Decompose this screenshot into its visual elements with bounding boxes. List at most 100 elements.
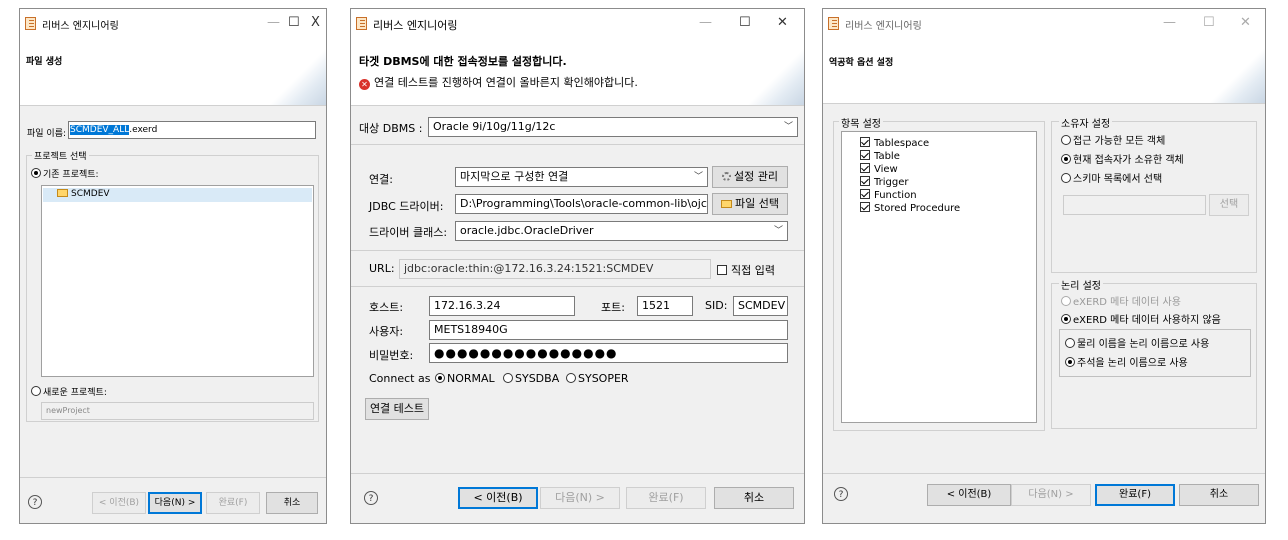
filename-input[interactable]: SCMDEV_ALL.exerd — [68, 121, 316, 139]
checkbox-checked-icon — [860, 189, 870, 199]
header-decoration — [1205, 39, 1265, 103]
jdbc-driver-input[interactable]: D:\Programming\Tools\oracle-common-lib\o… — [455, 194, 708, 214]
direct-input-checkbox[interactable]: 직접 입력 — [717, 262, 775, 278]
separator — [351, 250, 804, 251]
help-icon[interactable]: ? — [364, 491, 378, 505]
radio-selected-icon — [1061, 154, 1071, 164]
target-dbms-select[interactable]: Oracle 9i/10g/11g/12c ﹀ — [428, 117, 798, 137]
item-trigger-checkbox[interactable]: Trigger — [860, 176, 909, 188]
dialog-file-creation: 리버스 엔지니어링 — ☐ X 파일 생성 파일 이름: SCMDEV_ALL.… — [19, 8, 327, 524]
connect-as-sysdba-radio[interactable]: SYSDBA — [503, 372, 559, 385]
window-title: 리버스 엔지니어링 — [373, 19, 458, 32]
back-button[interactable]: < 이전(B) — [92, 492, 146, 514]
minimize-button[interactable]: — — [699, 15, 712, 30]
port-input[interactable]: 1521 — [637, 296, 693, 316]
connect-as-normal-radio[interactable]: NORMAL — [435, 372, 495, 385]
item-stored-procedure-checkbox[interactable]: Stored Procedure — [860, 202, 960, 214]
select-button[interactable]: 선택 — [1209, 194, 1249, 216]
help-icon[interactable]: ? — [834, 487, 848, 501]
dialog-connection-settings: 리버스 엔지니어링 — ☐ ✕ 타겟 DBMS에 대한 접속정보를 설정합니다.… — [350, 8, 805, 524]
radio-icon — [1061, 135, 1071, 145]
app-icon — [828, 17, 839, 30]
maximize-button[interactable]: ☐ — [739, 15, 751, 30]
new-project-input[interactable]: newProject — [41, 402, 314, 420]
cancel-button[interactable]: 취소 — [714, 487, 794, 509]
close-button[interactable]: ✕ — [1240, 15, 1251, 30]
sid-input[interactable]: SCMDEV — [733, 296, 788, 316]
radio-selected-icon — [31, 168, 41, 178]
checkbox-checked-icon — [860, 163, 870, 173]
owner-all-radio[interactable]: 접근 가능한 모든 객체 — [1061, 132, 1165, 147]
header-decoration — [744, 39, 804, 105]
cancel-button[interactable]: 취소 — [1179, 484, 1259, 506]
host-label: 호스트: — [369, 301, 404, 314]
project-group-label: 프로젝트 선택 — [32, 149, 89, 162]
wizard-header: 역공학 옵션 설정 — [823, 39, 1265, 104]
error-message: ✕ 연결 테스트를 진행하여 연결이 올바른지 확인해야합니다. — [359, 74, 638, 90]
item-table-checkbox[interactable]: Table — [860, 150, 900, 162]
connection-test-button[interactable]: 연결 테스트 — [365, 398, 429, 420]
file-select-button[interactable]: 파일 선택 — [712, 193, 788, 215]
finish-button[interactable]: 완료(F) — [1095, 484, 1175, 506]
new-project-radio[interactable]: 새로운 프로젝트: — [31, 385, 107, 398]
sid-label: SID: — [705, 299, 728, 312]
finish-button[interactable]: 완료(F) — [626, 487, 706, 509]
connection-select[interactable]: 마지막으로 구성한 연결 ﹀ — [455, 167, 708, 187]
minimize-button[interactable]: — — [1163, 15, 1176, 30]
items-checklist[interactable]: Tablespace Table View Trigger Function S… — [841, 131, 1037, 423]
radio-selected-icon — [435, 373, 445, 383]
page-title: 파일 생성 — [26, 57, 63, 67]
next-button[interactable]: 다음(N) > — [148, 492, 202, 514]
cancel-button[interactable]: 취소 — [266, 492, 318, 514]
finish-button[interactable]: 완료(F) — [206, 492, 260, 514]
existing-project-radio[interactable]: 기존 프로젝트: — [31, 167, 99, 180]
radio-selected-icon — [1065, 357, 1075, 367]
back-button[interactable]: < 이전(B) — [458, 487, 538, 509]
target-dbms-label: 대상 DBMS : — [359, 122, 423, 135]
user-input[interactable]: METS18940G — [429, 320, 788, 340]
url-input[interactable]: jdbc:oracle:thin:@172.16.3.24:1521:SCMDE… — [399, 259, 711, 279]
logical-use-meta-radio[interactable]: eXERD 메타 데이터 사용 — [1061, 293, 1181, 308]
next-button[interactable]: 다음(N) > — [1011, 484, 1091, 506]
title-bar: 리버스 엔지니어링 — ☐ X — [20, 9, 326, 39]
back-button[interactable]: < 이전(B) — [927, 484, 1011, 506]
item-view-checkbox[interactable]: View — [860, 163, 898, 175]
button-bar-separator — [20, 477, 326, 478]
help-icon[interactable]: ? — [28, 495, 42, 509]
wizard-header: 타겟 DBMS에 대한 접속정보를 설정합니다. ✕ 연결 테스트를 진행하여 연… — [351, 39, 804, 106]
checkbox-checked-icon — [860, 202, 870, 212]
close-button[interactable]: X — [311, 15, 320, 30]
radio-icon — [1061, 296, 1071, 306]
driver-class-select[interactable]: oracle.jdbc.OracleDriver ﹀ — [455, 221, 788, 241]
chevron-down-icon: ﹀ — [693, 172, 703, 182]
password-input[interactable]: ●●●●●●●●●●●●●●●● — [429, 343, 788, 363]
maximize-button[interactable]: ☐ — [288, 15, 300, 30]
owner-schema-radio[interactable]: 스키마 목록에서 선택 — [1061, 170, 1162, 185]
logical-group-label: 논리 설정 — [1059, 277, 1103, 292]
item-tablespace-checkbox[interactable]: Tablespace — [860, 137, 929, 149]
maximize-button[interactable]: ☐ — [1203, 15, 1215, 30]
radio-icon — [1061, 173, 1071, 183]
title-bar: 리버스 엔지니어링 — ☐ ✕ — [351, 9, 804, 39]
logical-no-meta-radio[interactable]: eXERD 메타 데이터 사용하지 않음 — [1061, 311, 1221, 326]
comment-as-logical-radio[interactable]: 주석을 논리 이름으로 사용 — [1065, 354, 1188, 369]
project-list[interactable]: SCMDEV — [41, 185, 314, 377]
filename-label: 파일 이름: — [27, 129, 67, 139]
schema-input[interactable] — [1063, 195, 1206, 215]
app-icon — [25, 17, 36, 30]
settings-manage-button[interactable]: 설정 관리 — [712, 166, 788, 188]
user-label: 사용자: — [369, 325, 404, 338]
checkbox-checked-icon — [860, 176, 870, 186]
item-function-checkbox[interactable]: Function — [860, 189, 917, 201]
owner-current-radio[interactable]: 현재 접속자가 소유한 객체 — [1061, 151, 1184, 166]
host-input[interactable]: 172.16.3.24 — [429, 296, 575, 316]
button-bar-separator — [823, 473, 1265, 474]
folder-icon — [57, 189, 68, 197]
next-button[interactable]: 다음(N) > — [540, 487, 620, 509]
minimize-button[interactable]: — — [267, 15, 280, 30]
physical-as-logical-radio[interactable]: 물리 이름을 논리 이름으로 사용 — [1065, 335, 1209, 350]
connect-as-sysoper-radio[interactable]: SYSOPER — [566, 372, 629, 385]
close-button[interactable]: ✕ — [777, 15, 788, 30]
dialog-reverse-options: 리버스 엔지니어링 — ☐ ✕ 역공학 옵션 설정 항목 설정 Tablespa… — [822, 8, 1266, 524]
list-item[interactable]: SCMDEV — [43, 188, 312, 202]
